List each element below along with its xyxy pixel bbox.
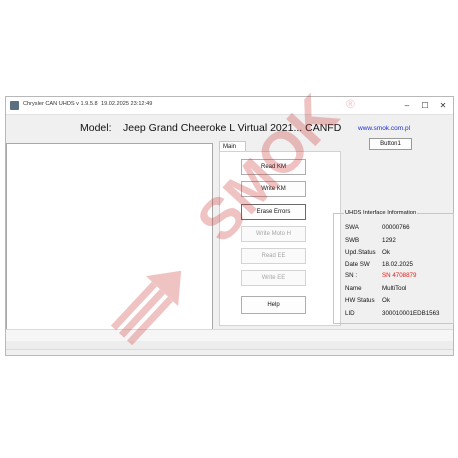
maximize-icon[interactable]: ☐ <box>416 99 434 112</box>
info-key-lid: LID <box>345 310 355 317</box>
button1[interactable]: Button1 <box>369 138 412 150</box>
app-window: Chrysler CAN UHDS v 1.9.5.8 19.02.2025 2… <box>5 96 454 356</box>
write-ee-button[interactable]: Write EE <box>241 270 306 286</box>
info-key-date-sw: Date SW <box>345 261 370 268</box>
minimize-icon[interactable]: – <box>398 99 416 112</box>
info-value-swb: 1292 <box>382 237 396 244</box>
model-label: Model: <box>80 122 112 134</box>
window-title: Chrysler CAN UHDS v 1.9.5.8 <box>23 101 98 107</box>
help-button[interactable]: Help <box>241 296 306 314</box>
read-ee-button[interactable]: Read EE <box>241 248 306 264</box>
write-km-button[interactable]: Write KM <box>241 181 306 197</box>
website-link[interactable]: www.smok.com.pl <box>358 125 410 132</box>
info-key-hw-status: HW Status <box>345 297 375 304</box>
info-value-name: MultiTool <box>382 285 407 292</box>
uhds-info-title: UHDS Interface Information <box>344 210 418 216</box>
app-icon <box>10 101 19 110</box>
info-value-lid: 300010001EDB1563 <box>382 310 440 317</box>
model-value: Jeep Grand Cheeroke L Virtual 2021... CA… <box>123 122 342 134</box>
info-value-sn: SN 4708879 <box>382 272 417 279</box>
erase-errors-button[interactable]: Erase Errors <box>241 204 306 220</box>
info-key-swa: SWA <box>345 224 359 231</box>
progress-bar <box>6 341 453 350</box>
info-key-upd-status: Upd.Status <box>345 249 376 256</box>
info-key-sn: SN : <box>345 272 358 279</box>
info-value-hw-status: Ok <box>382 297 390 304</box>
title-bar[interactable]: Chrysler CAN UHDS v 1.9.5.8 19.02.2025 2… <box>6 97 453 115</box>
info-value-date-sw: 18.02.2025 <box>382 261 413 268</box>
info-value-swa: 00000766 <box>382 224 410 231</box>
info-value-upd-status: Ok <box>382 249 390 256</box>
read-km-button[interactable]: Read KM <box>241 159 306 175</box>
info-key-swb: SWB <box>345 237 360 244</box>
info-key-name: Name <box>345 285 362 292</box>
close-icon[interactable]: ✕ <box>434 99 452 112</box>
write-moto-h-button[interactable]: Write Moto H <box>241 226 306 242</box>
window-timestamp: 19.02.2025 23:12:49 <box>101 101 153 107</box>
log-list[interactable] <box>6 143 213 341</box>
